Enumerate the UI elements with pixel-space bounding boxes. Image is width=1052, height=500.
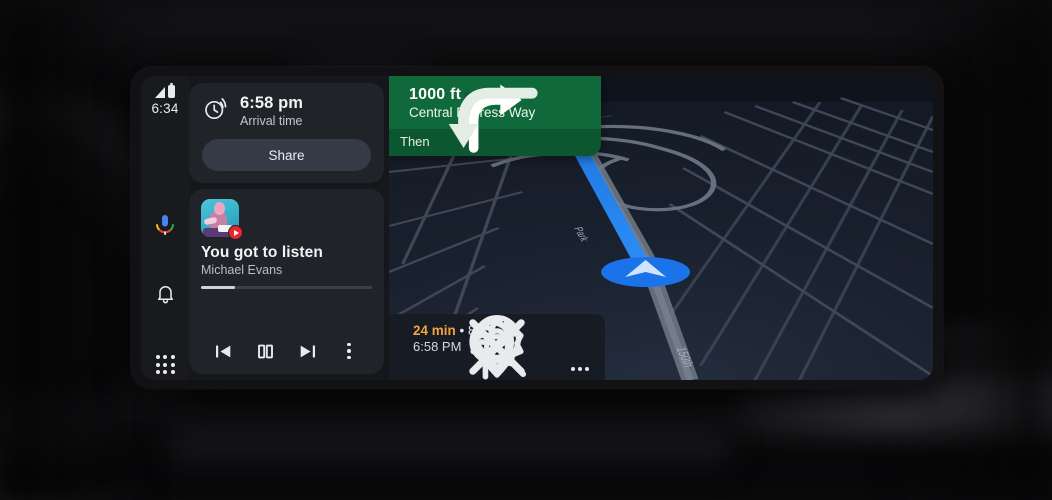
album-art-wrapper (201, 199, 243, 241)
arrival-time-card: 6:58 pm Arrival time Share (189, 83, 384, 184)
battery-icon (168, 83, 175, 98)
display-bezel: 6:34 6:58 pm Arrival time Share You got … (131, 67, 943, 389)
pause-button[interactable] (253, 338, 279, 364)
status-clock: 6:34 (151, 101, 179, 116)
air-vent (170, 430, 730, 466)
app-grid-icon (155, 355, 175, 375)
album-art-shape-head (214, 202, 225, 216)
left-card-column: 6:58 pm Arrival time Share You got to li… (189, 76, 389, 380)
vignette-left (0, 0, 150, 500)
cellular-signal-icon (155, 87, 165, 98)
infotainment-screen: 6:34 6:58 pm Arrival time Share You got … (141, 76, 933, 380)
previous-track-button[interactable] (211, 338, 237, 364)
bell-icon (156, 283, 175, 309)
media-artist: Michael Evans (201, 263, 283, 278)
next-track-button[interactable] (294, 338, 320, 364)
navigation-then-row: Then (389, 87, 601, 156)
navigation-map[interactable]: Park 150th 1000 ft Central Express Way T… (389, 76, 933, 380)
alarm-clock-icon (202, 95, 229, 127)
navigation-banner: 1000 ft Central Express Way Then (389, 76, 601, 156)
notifications-button[interactable] (145, 281, 185, 312)
eta-panel: 24 min • 8 mi 6:58 PM (389, 314, 605, 380)
media-controls (201, 334, 372, 366)
map-street-label-side: Park (570, 226, 590, 242)
media-progress-bar[interactable] (201, 286, 372, 290)
google-assistant-mic-icon (154, 213, 176, 242)
more-vertical-icon (347, 342, 351, 360)
media-card[interactable]: You got to listen Michael Evans (189, 189, 384, 374)
youtube-music-badge (228, 225, 243, 241)
status-indicators (155, 83, 175, 98)
media-title: You got to listen (201, 244, 323, 262)
arrival-time-label: Arrival time (240, 113, 303, 128)
left-rail: 6:34 (141, 76, 189, 380)
app-launcher-button[interactable] (145, 349, 185, 380)
share-button[interactable]: Share (202, 139, 371, 172)
media-progress-fill (201, 286, 236, 290)
assistant-button[interactable] (145, 212, 185, 243)
media-overflow-button[interactable] (336, 338, 362, 364)
arrival-time-value: 6:58 pm (240, 94, 304, 112)
map-toolbar (389, 315, 605, 380)
